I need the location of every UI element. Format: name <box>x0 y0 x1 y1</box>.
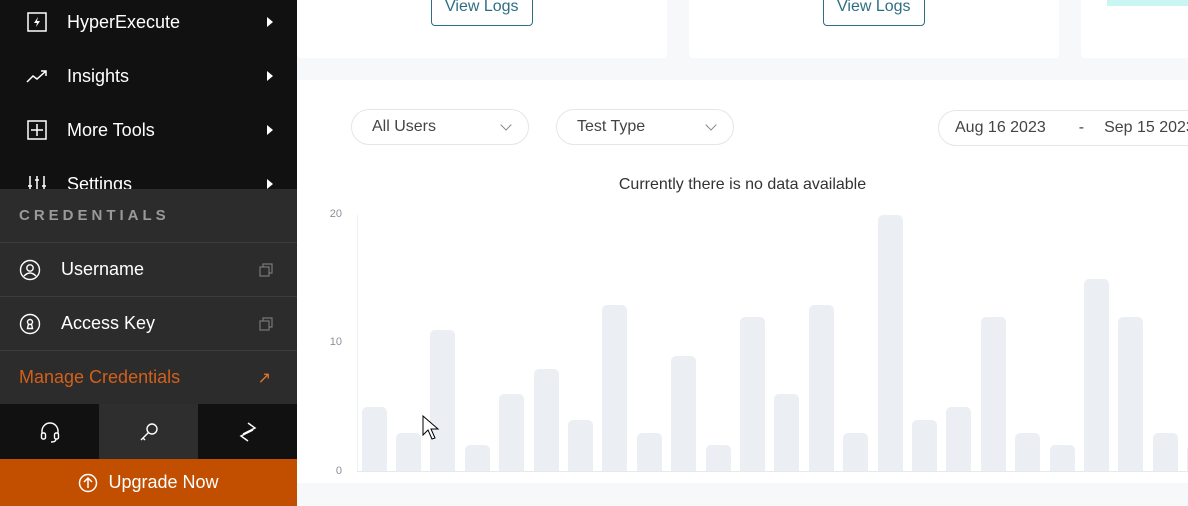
username-label: Username <box>61 259 145 279</box>
bar-chart <box>357 215 1188 472</box>
trend-icon <box>26 65 48 87</box>
summary-card <box>1081 0 1188 58</box>
upgrade-label: Upgrade Now <box>108 472 219 492</box>
chart-bar <box>946 407 972 471</box>
menu-label: HyperExecute <box>67 11 181 32</box>
sidebar-item-hyperexecute[interactable]: HyperExecute <box>0 0 297 49</box>
chart-bar <box>361 407 387 471</box>
date-from: Aug 16 2023 <box>955 119 1046 136</box>
chart-bar <box>395 432 421 471</box>
view-logs-button[interactable]: View Logs <box>823 0 925 26</box>
credentials-header: CREDENTIALS <box>0 189 297 243</box>
chart-bar <box>464 445 490 471</box>
username-row[interactable]: Username <box>0 243 297 297</box>
chart-bar <box>911 419 937 471</box>
users-dropdown[interactable]: All Users <box>351 109 529 145</box>
test-type-value: Test Type <box>577 118 646 135</box>
copy-icon[interactable] <box>259 262 273 277</box>
support-button[interactable] <box>0 404 99 459</box>
y-tick-label: 20 <box>329 208 342 220</box>
chart-bar <box>636 432 662 471</box>
plus-box-icon <box>26 119 48 141</box>
chart-bar <box>980 317 1006 471</box>
chart-bar <box>705 445 731 471</box>
users-value: All Users <box>372 118 437 135</box>
access-key-label: Access Key <box>61 313 156 333</box>
chevron-down-icon <box>705 119 717 131</box>
keyhole-icon <box>19 313 41 334</box>
chevron-down-icon <box>500 119 512 131</box>
switch-product-button[interactable] <box>198 404 297 459</box>
card-accent <box>1107 0 1188 6</box>
chart-bar <box>1152 432 1178 471</box>
sidebar-item-insights[interactable]: Insights <box>0 49 297 103</box>
lightning-icon <box>26 11 48 33</box>
y-tick-label: 0 <box>335 465 342 477</box>
mouse-cursor-icon <box>422 415 440 440</box>
date-to: Sep 15 2023 <box>1104 119 1188 136</box>
chart-bar <box>430 330 456 471</box>
chart-bar <box>567 419 593 471</box>
chart-bar <box>533 368 559 471</box>
sidebar-item-more-tools[interactable]: More Tools <box>0 103 297 157</box>
copy-icon[interactable] <box>259 316 273 331</box>
caret-right-icon <box>267 125 273 135</box>
chart-bar <box>499 394 525 471</box>
caret-right-icon <box>267 17 273 27</box>
menu-label: More Tools <box>67 119 155 140</box>
chart-bar <box>739 317 765 471</box>
chart-bar <box>877 215 903 471</box>
sidebar: HyperExecute Insights More Tools Setting… <box>0 0 297 506</box>
chart-bar <box>671 355 697 471</box>
manage-credentials-link[interactable]: Manage Credentials ↗ <box>0 351 297 404</box>
y-tick-label: 10 <box>329 336 342 348</box>
access-key-row[interactable]: Access Key <box>0 297 297 351</box>
headset-icon <box>40 421 59 443</box>
chart-bar <box>1118 317 1144 471</box>
chart-bar <box>808 304 834 471</box>
menu-label: Insights <box>67 65 130 86</box>
chart-bar <box>1015 432 1041 471</box>
user-icon <box>19 259 41 280</box>
logo-swap-icon <box>239 421 256 442</box>
key-icon <box>140 422 158 440</box>
chart-bar <box>1083 279 1109 471</box>
chart-bar <box>774 394 800 471</box>
upgrade-now-button[interactable]: Upgrade Now <box>0 459 297 506</box>
external-link-icon: ↗ <box>257 369 271 387</box>
caret-right-icon <box>267 71 273 81</box>
chart-bar <box>843 432 869 471</box>
date-range-picker[interactable]: Aug 16 2023 - Sep 15 2023 <box>938 110 1188 146</box>
credentials-popover: CREDENTIALS Username Access Key Manage C… <box>0 189 297 404</box>
view-logs-button[interactable]: View Logs <box>431 0 533 26</box>
arrow-up-circle-icon <box>79 473 98 492</box>
date-separator: - <box>1078 119 1085 136</box>
chart-bar <box>602 304 628 471</box>
chart-bar <box>1049 445 1075 471</box>
manage-credentials-label: Manage Credentials <box>19 367 181 387</box>
credentials-button[interactable] <box>99 404 198 459</box>
caret-right-icon <box>267 179 273 189</box>
test-type-dropdown[interactable]: Test Type <box>556 109 734 145</box>
chart-title: Currently there is no data available <box>618 176 867 193</box>
sidebar-icon-bar <box>0 404 297 459</box>
